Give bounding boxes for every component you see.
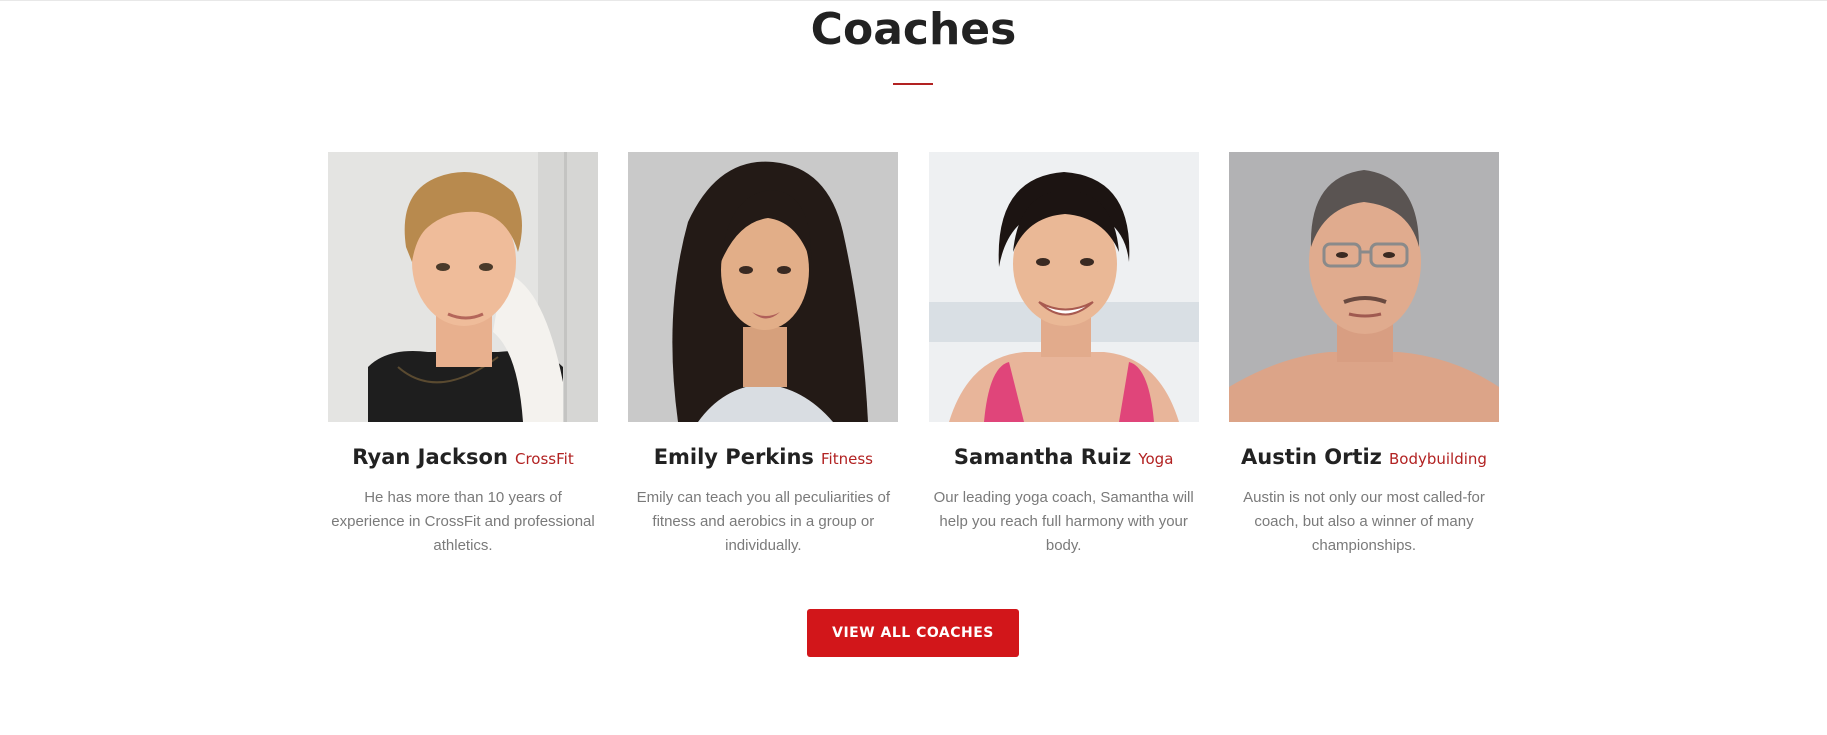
coach-card-emily-perkins: Emily Perkins Fitness Emily can teach yo…: [628, 152, 899, 558]
coach-title: Austin Ortiz Bodybuilding: [1229, 442, 1499, 472]
coach-card-ryan-jackson: Ryan Jackson CrossFit He has more than 1…: [328, 152, 598, 558]
coach-title: Emily Perkins Fitness: [628, 442, 898, 472]
coach-name[interactable]: Samantha Ruiz: [954, 445, 1131, 469]
coach-photo-image: [928, 152, 1199, 422]
coach-photo-image: [628, 152, 899, 422]
coach-title: Samantha Ruiz Yoga: [929, 442, 1199, 472]
coach-name[interactable]: Austin Ortiz: [1241, 445, 1382, 469]
coach-card-samantha-ruiz: Samantha Ruiz Yoga Our leading yoga coac…: [928, 152, 1199, 558]
coach-photo-samantha-ruiz[interactable]: [928, 152, 1199, 422]
coaches-section: Coaches Ryan Jackson CrossFit He has mor…: [0, 0, 1827, 735]
coach-title: Ryan Jackson CrossFit: [328, 442, 598, 472]
coach-photo-ryan-jackson[interactable]: [328, 152, 598, 422]
coaches-grid: Ryan Jackson CrossFit He has more than 1…: [328, 152, 1499, 558]
coach-bio: Emily can teach you all peculiarities of…: [636, 489, 891, 554]
coach-photo-austin-ortiz[interactable]: [1228, 152, 1499, 422]
section-title: Coaches: [810, 4, 1017, 55]
coach-photo-emily-perkins[interactable]: [628, 152, 899, 422]
coach-photo-image: [1228, 152, 1499, 422]
title-divider: [893, 83, 933, 85]
coach-bio: He has more than 10 years of experience …: [331, 489, 595, 554]
coach-name[interactable]: Emily Perkins: [654, 445, 814, 469]
coach-bio: Austin is not only our most called-for c…: [1243, 489, 1485, 554]
coach-photo-image: [328, 152, 598, 422]
coach-bio: Our leading yoga coach, Samantha will he…: [933, 489, 1194, 554]
coach-specialty: Yoga: [1138, 450, 1174, 468]
coach-specialty: CrossFit: [515, 450, 574, 468]
coach-name[interactable]: Ryan Jackson: [352, 445, 508, 469]
coach-card-austin-ortiz: Austin Ortiz Bodybuilding Austin is not …: [1228, 152, 1499, 558]
coach-specialty: Fitness: [821, 450, 873, 468]
view-all-coaches-button[interactable]: VIEW ALL COACHES: [807, 609, 1019, 657]
coach-specialty: Bodybuilding: [1388, 450, 1487, 468]
